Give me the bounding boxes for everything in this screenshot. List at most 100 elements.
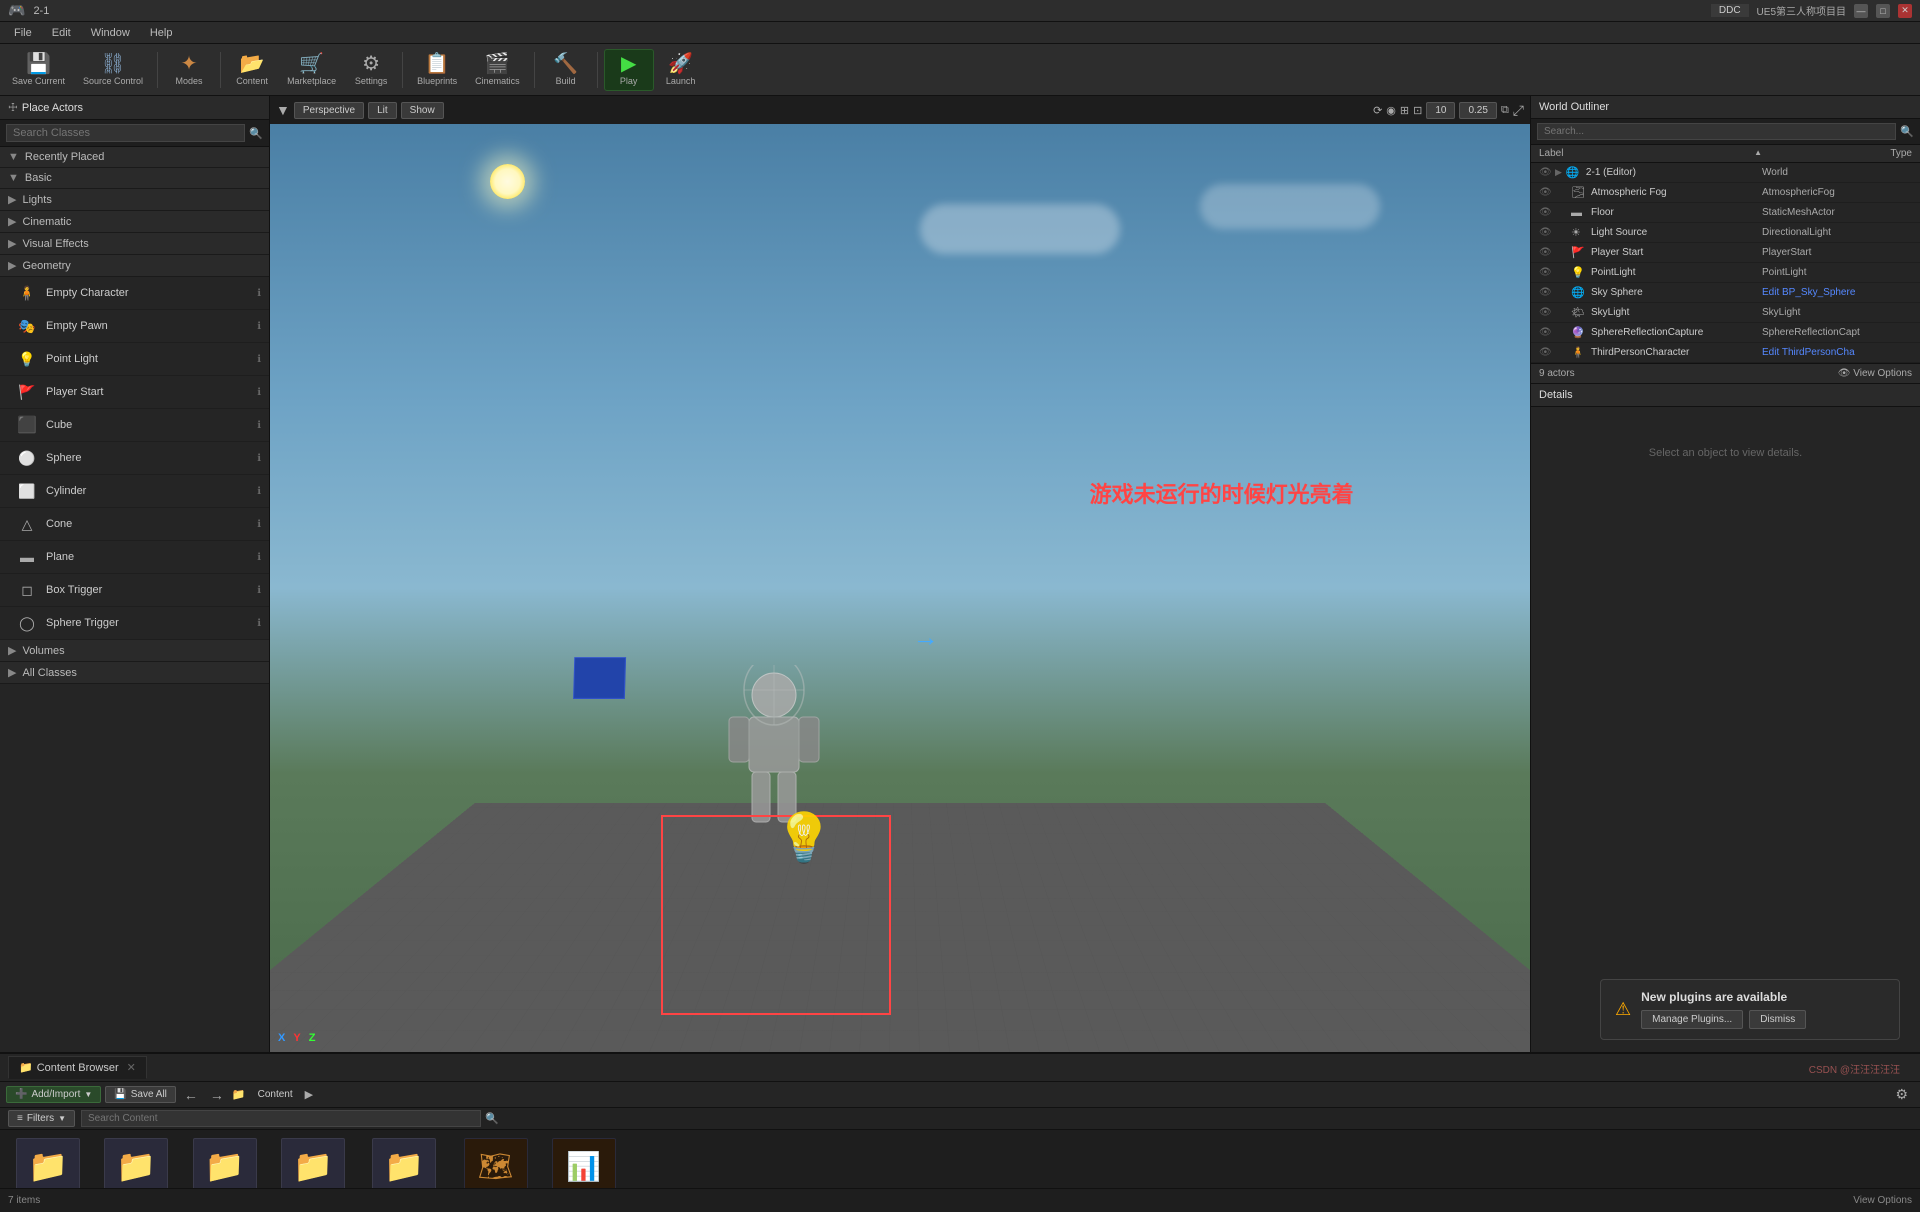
content-button[interactable]: 📂 Content bbox=[227, 50, 277, 90]
build-button[interactable]: 🔨 Build bbox=[541, 50, 591, 90]
content-browser-header: 📁 Content Browser ✕ bbox=[0, 1054, 1920, 1082]
marketplace-button[interactable]: 🛒 Marketplace bbox=[279, 50, 344, 90]
outliner-row-atm-fog[interactable]: 👁 🌫 Atmospheric Fog AtmosphericFog bbox=[1531, 183, 1920, 203]
third-person-char-type[interactable]: Edit ThirdPersonCha bbox=[1762, 347, 1912, 358]
forward-btn[interactable]: → bbox=[206, 1085, 228, 1105]
file-map-21[interactable]: 🗺 2-1 bbox=[464, 1138, 528, 1188]
folder-geometry[interactable]: 📁 Geometry bbox=[16, 1138, 80, 1188]
outliner-row-floor[interactable]: 👁 ▬ Floor StaticMeshActor bbox=[1531, 203, 1920, 223]
vp-icon-2[interactable]: ◉ bbox=[1386, 104, 1396, 117]
category-visual-effects[interactable]: ▶ Visual Effects bbox=[0, 233, 269, 255]
file-map-21-built[interactable]: 📊 2-1_BuiltData bbox=[552, 1138, 616, 1188]
search-classes-input[interactable] bbox=[6, 124, 245, 142]
menu-help[interactable]: Help bbox=[140, 25, 183, 41]
view-options-btn[interactable]: 👁 View Options bbox=[1838, 368, 1912, 379]
vp-maximize-btn[interactable]: ⤢ bbox=[1513, 102, 1524, 119]
actor-point-light[interactable]: 💡 Point Light ℹ bbox=[0, 343, 269, 376]
save-button[interactable]: 💾 Save Current bbox=[4, 50, 73, 90]
outliner-row-third-person-char[interactable]: 👁 🧍 ThirdPersonCharacter Edit ThirdPerso… bbox=[1531, 343, 1920, 363]
menu-window[interactable]: Window bbox=[81, 25, 140, 41]
close-button[interactable]: ✕ bbox=[1898, 4, 1912, 18]
settings-button[interactable]: ⚙ Settings bbox=[346, 50, 396, 90]
folder-third-person-bp[interactable]: 📁 ThirdPerson BP bbox=[369, 1138, 440, 1188]
menu-file[interactable]: File bbox=[4, 25, 42, 41]
category-basic[interactable]: ▼ Basic bbox=[0, 168, 269, 189]
source-control-button[interactable]: ⛓ Source Control bbox=[75, 50, 151, 90]
vp-icon-1[interactable]: ⟳ bbox=[1373, 104, 1382, 117]
launch-button[interactable]: 🚀 Launch bbox=[656, 50, 706, 90]
folder-mannequin[interactable]: 📁 Mannequin bbox=[104, 1138, 168, 1188]
ddc-button[interactable]: DDC bbox=[1711, 4, 1749, 17]
actor-empty-pawn[interactable]: 🎭 Empty Pawn ℹ bbox=[0, 310, 269, 343]
scene-viewport[interactable]: → 💡 游戏未运行的时候灯光亮着 X Y Z bbox=[270, 124, 1530, 1052]
actor-sphere-trigger[interactable]: ◯ Sphere Trigger ℹ bbox=[0, 607, 269, 640]
vp-scale[interactable]: 0.25 bbox=[1459, 102, 1496, 119]
content-breadcrumb[interactable]: Content bbox=[250, 1087, 301, 1102]
content-settings-btn[interactable]: ⚙ bbox=[1889, 1084, 1914, 1105]
content-view-options[interactable]: View Options bbox=[1853, 1195, 1912, 1206]
cylinder-icon: ⬜ bbox=[16, 480, 38, 502]
vp-icon-4[interactable]: ⊡ bbox=[1413, 104, 1422, 117]
category-geometry[interactable]: ▶ Geometry bbox=[0, 255, 269, 277]
outliner-search-input[interactable] bbox=[1537, 123, 1896, 140]
filters-toggle-btn[interactable]: ≡ Filters ▼ bbox=[8, 1110, 75, 1127]
cinematics-button[interactable]: 🎬 Cinematics bbox=[467, 50, 528, 90]
back-btn[interactable]: ← bbox=[180, 1085, 202, 1105]
content-browser-tab-close[interactable]: ✕ bbox=[127, 1061, 136, 1074]
actor-sphere[interactable]: ⚪ Sphere ℹ bbox=[0, 442, 269, 475]
outliner-row-sky-sphere[interactable]: 👁 🌐 Sky Sphere Edit BP_Sky_Sphere bbox=[1531, 283, 1920, 303]
col-label: Label bbox=[1539, 148, 1750, 159]
actor-cube[interactable]: ⬛ Cube ℹ bbox=[0, 409, 269, 442]
vp-icon-3[interactable]: ⊞ bbox=[1400, 104, 1409, 117]
watermark: CSDN @汪汪汪汪汪 bbox=[1809, 1061, 1900, 1076]
play-button[interactable]: ▶ Play bbox=[604, 49, 654, 91]
actor-box-trigger[interactable]: ◻ Box Trigger ℹ bbox=[0, 574, 269, 607]
modes-button[interactable]: ✦ Modes bbox=[164, 50, 214, 90]
category-lights-label: Lights bbox=[22, 194, 51, 206]
category-recently-placed[interactable]: ▼ Recently Placed bbox=[0, 147, 269, 168]
actor-cylinder[interactable]: ⬜ Cylinder ℹ bbox=[0, 475, 269, 508]
vp-icon-5[interactable]: ⧉ bbox=[1501, 104, 1509, 117]
outliner-row-sphere-reflection[interactable]: 👁 🔮 SphereReflectionCapture SphereReflec… bbox=[1531, 323, 1920, 343]
actor-player-start[interactable]: 🚩 Player Start ℹ bbox=[0, 376, 269, 409]
content-browser-tab[interactable]: 📁 Content Browser ✕ bbox=[8, 1056, 147, 1079]
floor-name: Floor bbox=[1591, 207, 1762, 218]
minimize-button[interactable]: — bbox=[1854, 4, 1868, 18]
actor-empty-character[interactable]: 🧍 Empty Character ℹ bbox=[0, 277, 269, 310]
sky-sphere-type[interactable]: Edit BP_Sky_Sphere bbox=[1762, 287, 1912, 298]
outliner-row-light-source[interactable]: 👁 ☀ Light Source DirectionalLight bbox=[1531, 223, 1920, 243]
category-volumes[interactable]: ▶ Volumes bbox=[0, 640, 269, 662]
manage-plugins-button[interactable]: Manage Plugins... bbox=[1641, 1010, 1743, 1029]
empty-pawn-label: Empty Pawn bbox=[46, 320, 249, 332]
outliner-row-point-light[interactable]: 👁 💡 PointLight PointLight bbox=[1531, 263, 1920, 283]
show-btn[interactable]: Show bbox=[401, 102, 444, 119]
search-bar: 🔍 bbox=[0, 120, 269, 147]
perspective-btn[interactable]: Perspective bbox=[294, 102, 364, 119]
blueprints-button[interactable]: 📋 Blueprints bbox=[409, 50, 465, 90]
category-cinematic[interactable]: ▶ Cinematic bbox=[0, 211, 269, 233]
cloud-1 bbox=[920, 204, 1120, 254]
folder-starter-content[interactable]: 📁 StarterContent bbox=[192, 1138, 257, 1188]
save-all-button[interactable]: 💾 Save All bbox=[105, 1086, 176, 1103]
cinematics-label: Cinematics bbox=[475, 76, 520, 86]
lit-btn[interactable]: Lit bbox=[368, 102, 397, 119]
actor-plane[interactable]: ▬ Plane ℹ bbox=[0, 541, 269, 574]
outliner-row-editor[interactable]: 👁 ▶ 🌐 2-1 (Editor) World bbox=[1531, 163, 1920, 183]
toolbar-separator-5 bbox=[597, 52, 598, 88]
maximize-button[interactable]: □ bbox=[1876, 4, 1890, 18]
player-start-row-icon: 🚩 bbox=[1571, 246, 1587, 259]
dismiss-button[interactable]: Dismiss bbox=[1749, 1010, 1806, 1029]
actor-cone[interactable]: △ Cone ℹ bbox=[0, 508, 269, 541]
outliner-row-sky-light[interactable]: 👁 🌤 SkyLight SkyLight bbox=[1531, 303, 1920, 323]
content-search-input[interactable] bbox=[81, 1110, 481, 1127]
vp-dropdown-btn[interactable]: ▼ bbox=[276, 102, 290, 118]
category-all-classes[interactable]: ▶ All Classes bbox=[0, 662, 269, 684]
box-actor[interactable] bbox=[573, 657, 626, 699]
folder-third-person[interactable]: 📁 ThirdPerson bbox=[281, 1138, 345, 1188]
add-import-button[interactable]: ➕ Add/Import ▼ bbox=[6, 1086, 101, 1103]
category-lights[interactable]: ▶ Lights bbox=[0, 189, 269, 211]
vp-grid-size[interactable]: 10 bbox=[1426, 102, 1455, 119]
viewport[interactable]: ▼ Perspective Lit Show ⟳ ◉ ⊞ ⊡ 10 0.25 ⧉… bbox=[270, 96, 1530, 1052]
menu-edit[interactable]: Edit bbox=[42, 25, 81, 41]
outliner-row-player-start[interactable]: 👁 🚩 Player Start PlayerStart bbox=[1531, 243, 1920, 263]
